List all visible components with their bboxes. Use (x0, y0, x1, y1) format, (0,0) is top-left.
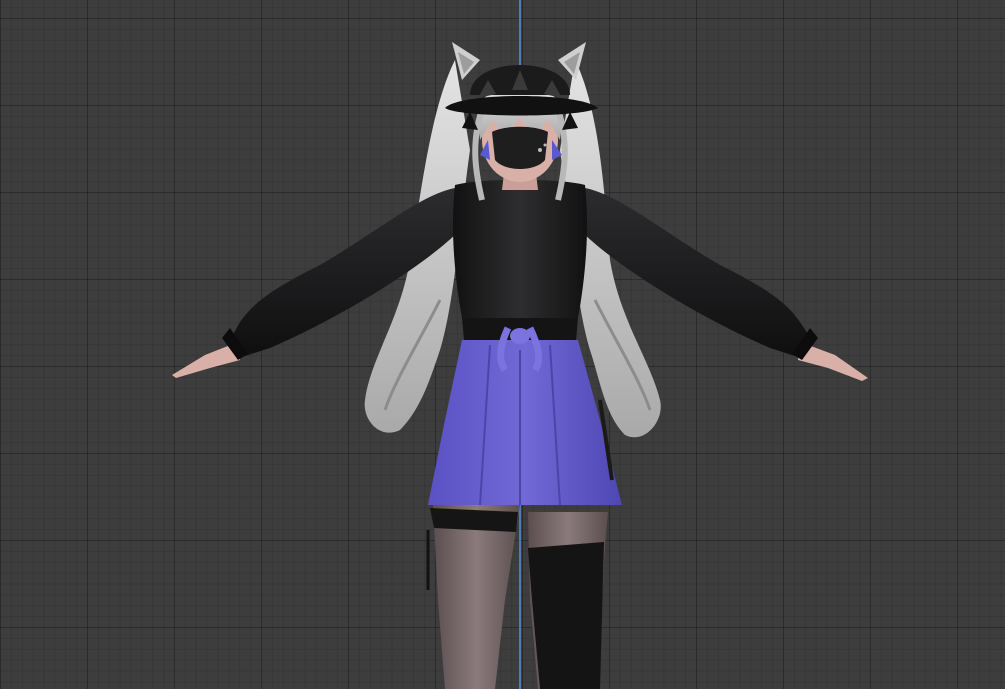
leg-left (426, 505, 520, 689)
character-model[interactable] (0, 0, 1005, 689)
cat-ear-right (558, 42, 586, 80)
3d-viewport[interactable] (0, 0, 1005, 689)
jacket-torso (452, 179, 588, 340)
leg-right (528, 512, 608, 689)
